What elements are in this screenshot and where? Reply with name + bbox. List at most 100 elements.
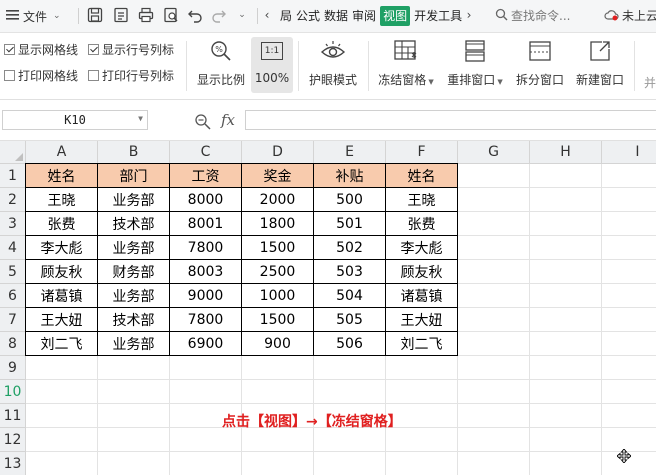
row-header-6[interactable]: 6 <box>0 284 26 308</box>
table-cell[interactable]: 诸葛镇 <box>385 283 458 308</box>
table-cell[interactable]: 2000 <box>241 187 314 212</box>
table-cell[interactable]: 李大彪 <box>385 235 458 260</box>
file-menu-button[interactable]: 文件 ⌄ <box>6 6 61 26</box>
select-all-corner[interactable] <box>0 141 26 164</box>
zoom-100-button[interactable]: 1:1 100% <box>251 37 293 93</box>
zoom-button[interactable]: % 显示比例 <box>194 37 248 93</box>
print-preview-icon[interactable] <box>162 6 180 24</box>
table-header-cell[interactable]: 工资 <box>169 163 242 188</box>
print-icon[interactable] <box>137 6 155 24</box>
column-header-b[interactable]: B <box>98 141 170 164</box>
table-header-cell[interactable]: 部门 <box>97 163 170 188</box>
table-cell[interactable]: 8001 <box>169 211 242 236</box>
table-cell[interactable]: 王大妞 <box>25 307 98 332</box>
table-cell[interactable]: 6900 <box>169 331 242 356</box>
table-cell[interactable]: 506 <box>313 331 386 356</box>
tab-view[interactable]: 视图 <box>380 6 411 26</box>
redo-icon[interactable] <box>210 6 228 24</box>
table-cell[interactable]: 诸葛镇 <box>25 283 98 308</box>
cloud-status[interactable]: 未上云 <box>604 7 656 24</box>
table-cell[interactable]: 1000 <box>241 283 314 308</box>
row-header-4[interactable]: 4 <box>0 236 26 260</box>
table-cell[interactable]: 7800 <box>169 235 242 260</box>
table-cell[interactable]: 8003 <box>169 259 242 284</box>
zoom-magnifier-icon[interactable] <box>194 113 212 134</box>
table-cell[interactable]: 501 <box>313 211 386 236</box>
row-header-2[interactable]: 2 <box>0 188 26 212</box>
tab-data[interactable]: 数据 <box>322 6 350 26</box>
table-cell[interactable]: 业务部 <box>97 283 170 308</box>
column-header-h[interactable]: H <box>530 141 602 164</box>
column-header-e[interactable]: E <box>314 141 386 164</box>
table-cell[interactable]: 1500 <box>241 307 314 332</box>
table-header-cell[interactable]: 姓名 <box>25 163 98 188</box>
split-window-button[interactable]: 拆分窗口 <box>512 37 568 93</box>
table-cell[interactable]: 张费 <box>25 211 98 236</box>
column-header-c[interactable]: C <box>170 141 242 164</box>
row-header-12[interactable]: 12 <box>0 428 26 452</box>
table-cell[interactable]: 503 <box>313 259 386 284</box>
table-cell[interactable]: 2500 <box>241 259 314 284</box>
table-cell[interactable]: 1500 <box>241 235 314 260</box>
arrange-windows-button[interactable]: 重排窗口 ▼ <box>444 37 506 93</box>
column-header-i[interactable]: I <box>602 141 656 164</box>
row-header-11[interactable]: 11 <box>0 404 26 428</box>
quick-access-dropdown-icon[interactable]: ⌄ <box>236 6 248 24</box>
row-header-10[interactable]: 10 <box>0 380 26 404</box>
show-gridlines-checkbox[interactable]: 显示网格线 <box>4 41 78 58</box>
undo-icon[interactable] <box>186 6 204 24</box>
table-cell[interactable]: 财务部 <box>97 259 170 284</box>
table-cell[interactable]: 刘二飞 <box>385 331 458 356</box>
print-headings-checkbox[interactable]: 打印行号列标 <box>88 67 174 84</box>
column-header-a[interactable]: A <box>26 141 98 164</box>
table-cell[interactable]: 1800 <box>241 211 314 236</box>
table-cell[interactable]: 业务部 <box>97 187 170 212</box>
table-cell[interactable]: 500 <box>313 187 386 212</box>
ribbon-overflow-label[interactable]: 并 <box>644 74 656 91</box>
tab-developer[interactable]: 开发工具 <box>412 6 464 26</box>
freeze-panes-button[interactable]: 冻结窗格 ▼ <box>374 37 438 93</box>
column-header-f[interactable]: F <box>386 141 458 164</box>
tabs-scroll-left-icon[interactable]: ‹ <box>262 6 272 24</box>
print-gridlines-checkbox[interactable]: 打印网格线 <box>4 67 78 84</box>
eye-protection-button[interactable]: 护眼模式 <box>306 37 360 93</box>
tabs-scroll-right-icon[interactable]: › <box>464 6 474 24</box>
row-header-13[interactable]: 13 <box>0 452 26 475</box>
tab-review[interactable]: 审阅 <box>350 6 378 26</box>
name-box[interactable]: K10 ▼ <box>2 110 148 130</box>
table-cell[interactable]: 502 <box>313 235 386 260</box>
save-icon[interactable] <box>86 6 104 24</box>
show-headings-checkbox[interactable]: 显示行号列标 <box>88 41 174 58</box>
table-cell[interactable]: 业务部 <box>97 235 170 260</box>
table-cell[interactable]: 张费 <box>385 211 458 236</box>
column-header-g[interactable]: G <box>458 141 530 164</box>
table-cell[interactable]: 刘二飞 <box>25 331 98 356</box>
command-search[interactable]: 查找命令... <box>495 7 570 24</box>
row-header-7[interactable]: 7 <box>0 308 26 332</box>
tab-page-layout[interactable]: 局 <box>278 6 294 26</box>
table-header-cell[interactable]: 补贴 <box>313 163 386 188</box>
table-cell[interactable]: 900 <box>241 331 314 356</box>
table-cell[interactable]: 技术部 <box>97 211 170 236</box>
table-cell[interactable]: 8000 <box>169 187 242 212</box>
table-header-cell[interactable]: 姓名 <box>385 163 458 188</box>
table-cell[interactable]: 顾友秋 <box>385 259 458 284</box>
row-header-3[interactable]: 3 <box>0 212 26 236</box>
table-cell[interactable]: 李大彪 <box>25 235 98 260</box>
row-header-9[interactable]: 9 <box>0 356 26 380</box>
formula-input[interactable] <box>245 110 656 130</box>
insert-function-button[interactable]: fx <box>221 111 235 129</box>
table-cell[interactable]: 业务部 <box>97 331 170 356</box>
table-cell[interactable]: 505 <box>313 307 386 332</box>
column-header-d[interactable]: D <box>242 141 314 164</box>
table-cell[interactable]: 王晓 <box>25 187 98 212</box>
table-cell[interactable]: 7800 <box>169 307 242 332</box>
row-header-8[interactable]: 8 <box>0 332 26 356</box>
table-cell[interactable]: 9000 <box>169 283 242 308</box>
table-cell[interactable]: 王晓 <box>385 187 458 212</box>
table-cell[interactable]: 技术部 <box>97 307 170 332</box>
tab-formulas[interactable]: 公式 <box>294 6 322 26</box>
row-header-1[interactable]: 1 <box>0 164 26 188</box>
table-cell[interactable]: 顾友秋 <box>25 259 98 284</box>
new-window-button[interactable]: 新建窗口 <box>572 37 628 93</box>
